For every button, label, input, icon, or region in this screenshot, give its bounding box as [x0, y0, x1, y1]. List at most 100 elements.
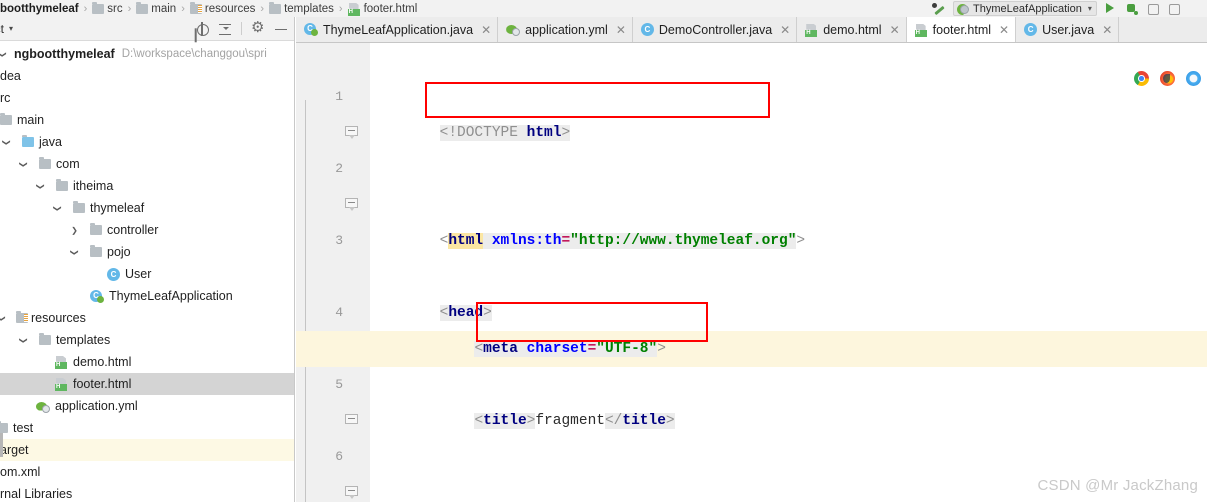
tree-item-project-root[interactable]: ngbootthymeleaf D:\workspace\changgou\sp…	[0, 43, 294, 65]
tree-item-target[interactable]: arget	[0, 439, 294, 461]
source-folder-icon	[22, 135, 34, 147]
code-line-4[interactable]: 4 <meta charset="UTF-8">	[335, 259, 1207, 357]
code-line-2[interactable]: 2 <html xmlns:th="http://www.thymeleaf.o…	[335, 115, 1207, 249]
folder-icon	[0, 421, 8, 433]
tree-item-pojo[interactable]: pojo	[0, 241, 294, 263]
tree-item-external-libraries[interactable]: rnal Libraries	[0, 483, 294, 502]
breadcrumb-item-templates[interactable]: templates	[269, 1, 334, 15]
chevron-expanded-icon[interactable]	[0, 49, 9, 59]
tree-item-user[interactable]: C User	[0, 263, 294, 285]
collapse-all-icon[interactable]	[218, 22, 232, 36]
tree-item-src[interactable]: rc	[0, 87, 294, 109]
spring-boot-class-icon	[90, 289, 104, 303]
tab-close-icon[interactable]: ✕	[780, 23, 790, 37]
tree-item-com[interactable]: com	[0, 153, 294, 175]
breadcrumb-item-resources[interactable]: resources	[189, 1, 256, 15]
chevron-expanded-icon[interactable]	[51, 203, 64, 213]
tab-demo-html[interactable]: demo.html ✕	[797, 17, 907, 42]
code-line-6[interactable]: 6 </head>	[335, 403, 1207, 464]
breadcrumb-separator: ›	[181, 2, 185, 15]
tab-footer-html[interactable]: footer.html ✕	[906, 17, 1017, 42]
run-icon[interactable]	[1103, 1, 1118, 16]
project-panel-actions	[195, 20, 288, 36]
firefox-icon[interactable]	[1160, 71, 1175, 86]
breadcrumb-separator: ›	[83, 2, 88, 15]
ide-window: bootthymeleaf › src › main › resources ›…	[0, 0, 1207, 502]
tab-democontroller-java[interactable]: C DemoController.java ✕	[632, 17, 798, 42]
tree-item-label: pojo	[107, 245, 131, 259]
tree-item-idea[interactable]: dea	[0, 65, 294, 87]
tree-item-pom-xml[interactable]: om.xml	[0, 461, 294, 483]
fold-marker-icon[interactable]	[345, 126, 358, 139]
html-file-icon	[55, 356, 68, 369]
line-number: 5	[335, 377, 343, 392]
tree-item-itheima[interactable]: itheima	[0, 175, 294, 197]
breadcrumb-label: resources	[204, 2, 256, 15]
code-editor[interactable]: 1 <!DOCTYPE html> 2 <html xmlns:th="http…	[296, 43, 1207, 502]
chrome-icon[interactable]	[1134, 71, 1149, 86]
code-token: >	[796, 233, 806, 249]
code-token: head	[448, 305, 484, 321]
breadcrumb-item-src[interactable]: src	[92, 1, 123, 15]
build-wrench-icon[interactable]	[932, 1, 947, 16]
code-line-3[interactable]: 3 <head>	[335, 187, 1207, 321]
chevron-expanded-icon[interactable]	[17, 335, 30, 345]
fold-marker-icon[interactable]	[345, 486, 358, 499]
code-content[interactable]: 1 <!DOCTYPE html> 2 <html xmlns:th="http…	[335, 43, 1207, 502]
breadcrumb-item-main[interactable]: main	[136, 1, 176, 15]
project-tree-scrollbar[interactable]	[0, 433, 3, 457]
tree-item-resources[interactable]: resources	[0, 307, 294, 329]
tree-item-application-yml[interactable]: application.yml	[0, 395, 294, 417]
locate-icon[interactable]	[195, 21, 209, 36]
safari-icon[interactable]	[1186, 71, 1201, 86]
settings-gear-icon[interactable]	[251, 20, 265, 36]
fold-marker-icon[interactable]	[345, 414, 358, 427]
run-configuration-selector[interactable]: ThymeLeafApplication ▾	[953, 1, 1097, 16]
java-class-icon: C	[640, 23, 654, 36]
breadcrumb-separator: ›	[127, 2, 132, 15]
tree-item-label: resources	[31, 311, 86, 325]
tab-application-yml[interactable]: application.yml ✕	[498, 17, 633, 42]
chevron-expanded-icon[interactable]	[0, 137, 13, 147]
editor-fold-column[interactable]	[351, 43, 370, 502]
tab-thymeleafapplication-java[interactable]: ThymeLeafApplication.java ✕	[296, 17, 499, 42]
watermark: CSDN @Mr JackZhang	[1037, 477, 1198, 494]
tree-item-thymeleaf[interactable]: thymeleaf	[0, 197, 294, 219]
chevron-expanded-icon[interactable]	[17, 159, 30, 169]
tree-item-label: itheima	[73, 179, 114, 193]
minimize-icon[interactable]	[274, 22, 288, 36]
tree-item-thymeleafapplication[interactable]: ThymeLeafApplication	[0, 285, 294, 307]
main-toolbar: ThymeLeafApplication ▾	[932, 0, 1207, 17]
tree-item-controller[interactable]: controller	[0, 219, 294, 241]
coverage-icon[interactable]	[1145, 1, 1160, 16]
tree-item-java[interactable]: java	[0, 131, 294, 153]
java-class-icon: C	[1024, 23, 1038, 36]
tree-item-path: D:\workspace\changgou\spri	[121, 48, 267, 60]
tree-item-main[interactable]: main	[0, 109, 294, 131]
tree-item-footer-html[interactable]: footer.html	[0, 373, 294, 395]
chevron-expanded-icon[interactable]	[0, 313, 8, 323]
code-line-1[interactable]: 1 <!DOCTYPE html>	[335, 43, 1207, 141]
tab-close-icon[interactable]: ✕	[1102, 23, 1112, 37]
folder-icon	[0, 113, 12, 125]
chevron-expanded-icon[interactable]	[34, 181, 47, 191]
chevron-collapsed-icon[interactable]	[68, 225, 81, 235]
tab-close-icon[interactable]: ✕	[999, 23, 1009, 37]
chevron-down-icon[interactable]: ▾	[9, 24, 13, 33]
breadcrumb-item-project[interactable]: bootthymeleaf	[0, 3, 79, 15]
tab-user-java[interactable]: C User.java ✕	[1016, 17, 1120, 42]
tree-item-demo-html[interactable]: demo.html	[0, 351, 294, 373]
breadcrumb-item-file[interactable]: footer.html	[347, 3, 417, 16]
code-line-5[interactable]: 5 <title>fragment</title>	[335, 331, 1207, 429]
tab-close-icon[interactable]: ✕	[481, 23, 491, 37]
chevron-expanded-icon[interactable]	[68, 247, 81, 257]
tree-item-label: ThymeLeafApplication	[109, 289, 233, 303]
debug-icon[interactable]	[1124, 1, 1139, 16]
tree-item-test[interactable]: test	[0, 417, 294, 439]
profile-icon[interactable]	[1166, 1, 1181, 16]
tab-close-icon[interactable]: ✕	[616, 23, 626, 37]
project-panel-title[interactable]: ect	[0, 22, 4, 36]
fold-marker-icon[interactable]	[345, 198, 358, 211]
tab-close-icon[interactable]: ✕	[890, 23, 900, 37]
tree-item-templates[interactable]: templates	[0, 329, 294, 351]
